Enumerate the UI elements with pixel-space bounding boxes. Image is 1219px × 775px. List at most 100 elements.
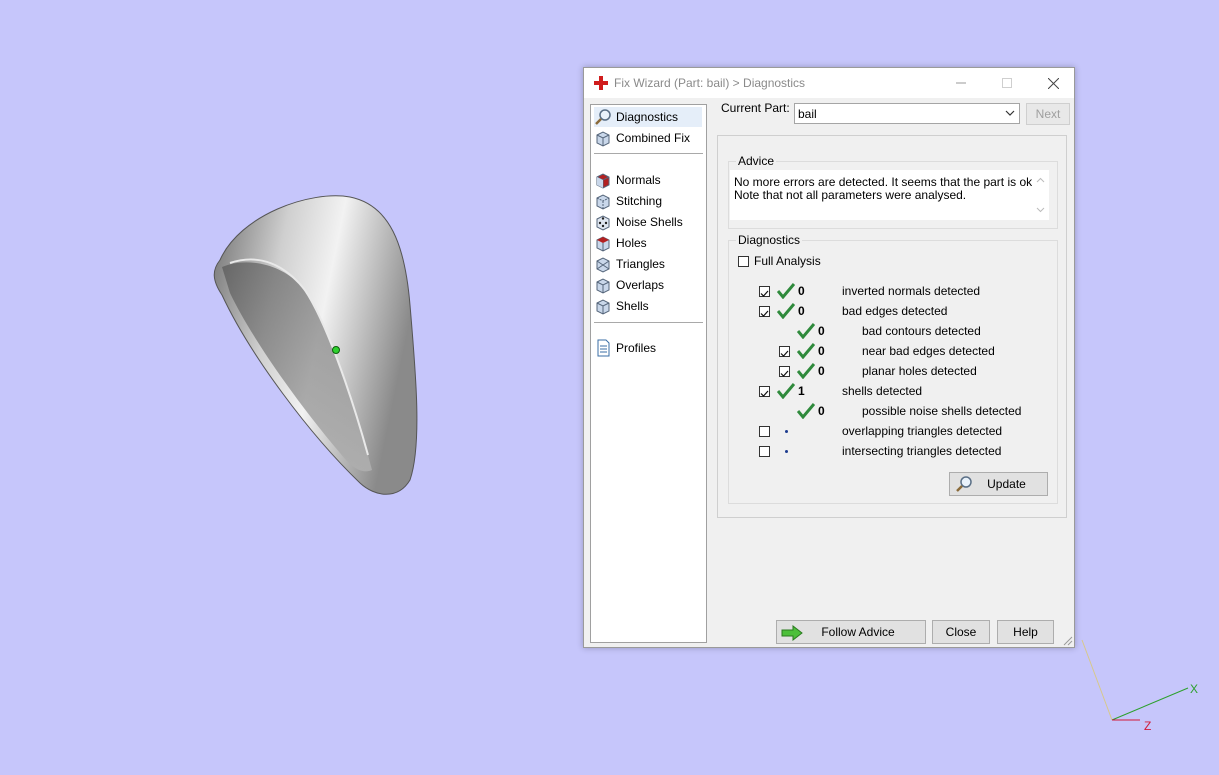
nav-item-stitching[interactable]: Stitching — [594, 191, 702, 211]
follow-advice-label: Follow Advice — [821, 625, 895, 639]
maximize-button[interactable] — [984, 68, 1030, 98]
fix-wizard-dialog: Fix Wizard (Part: bail) > Diagnostics Di… — [583, 67, 1075, 648]
green-arrow-icon — [781, 625, 803, 641]
full-analysis-checkbox[interactable] — [738, 256, 749, 267]
checkbox-tick-icon — [760, 310, 769, 317]
bad-contours-label: bad contours detected — [862, 324, 981, 338]
inverted-normals-count: 0 — [798, 284, 805, 298]
nav-item-diagnostics[interactable]: Diagnostics — [594, 107, 702, 127]
document-icon — [597, 339, 610, 357]
near-bad-edges-label: near bad edges detected — [862, 344, 995, 358]
checkbox-tick-icon — [780, 350, 789, 357]
overlapping-triangles-label: overlapping triangles detected — [842, 424, 1003, 438]
planar-holes-label: planar holes detected — [862, 364, 977, 378]
nav-label: Profiles — [616, 341, 657, 355]
green-check-icon — [797, 363, 815, 379]
update-button[interactable]: Update — [949, 472, 1048, 496]
nav-label: Noise Shells — [616, 215, 683, 229]
title-bar[interactable]: Fix Wizard (Part: bail) > Diagnostics — [584, 68, 1074, 98]
intersecting-triangles-checkbox[interactable] — [759, 446, 770, 457]
nav-label: Stitching — [616, 194, 663, 208]
green-check-icon — [777, 283, 795, 299]
bad-edges-checkbox[interactable] — [759, 306, 770, 317]
medical-cross-icon — [594, 76, 608, 90]
advice-group-title: Advice — [736, 154, 777, 168]
cube-icon — [596, 278, 610, 294]
shells-checkbox[interactable] — [759, 386, 770, 397]
diagnostics-group-title: Diagnostics — [736, 233, 803, 247]
follow-advice-button[interactable]: Follow Advice — [776, 620, 926, 644]
window-title: Fix Wizard (Part: bail) > Diagnostics — [614, 76, 806, 90]
advice-text-box[interactable]: No more errors are detected. It seems th… — [730, 170, 1049, 220]
green-check-icon — [797, 403, 815, 419]
advice-scrollbar[interactable] — [1032, 170, 1049, 220]
update-label: Update — [987, 477, 1026, 491]
next-button[interactable]: Next — [1026, 103, 1070, 125]
planar-holes-count: 0 — [818, 364, 825, 378]
cube-red-icon — [596, 173, 610, 189]
nav-label: Holes — [616, 236, 647, 250]
close-window-button[interactable] — [1030, 68, 1076, 98]
nav-item-combined-fix[interactable]: Combined Fix — [594, 128, 702, 148]
scroll-arrows-icon — [1036, 177, 1045, 213]
nav-item-normals[interactable]: Normals — [594, 170, 702, 190]
current-part-label: Current Part: — [721, 101, 790, 115]
green-check-icon — [797, 323, 815, 339]
maximize-icon — [1002, 78, 1012, 88]
overlapping-triangles-checkbox[interactable] — [759, 426, 770, 437]
cube-icon — [596, 257, 610, 273]
advice-line-1: No more errors are detected. It seems th… — [734, 175, 1036, 189]
inverted-normals-checkbox[interactable] — [759, 286, 770, 297]
cube-icon — [596, 194, 610, 210]
nav-label: Triangles — [616, 257, 665, 271]
close-icon — [1047, 77, 1059, 89]
minimize-button[interactable] — [938, 68, 984, 98]
chevron-down-icon — [1005, 110, 1015, 116]
dice-icon — [596, 215, 610, 231]
near-bad-edges-checkbox[interactable] — [779, 346, 790, 357]
magnifier-icon — [595, 109, 611, 125]
ring-model[interactable] — [200, 185, 430, 505]
nav-label: Overlaps — [616, 278, 665, 292]
close-button[interactable]: Close — [932, 620, 990, 644]
nav-label: Shells — [616, 299, 649, 313]
checkbox-tick-icon — [760, 290, 769, 297]
axis-gizmo: X Z — [1081, 639, 1198, 733]
diagnostics-panel: Advice No more errors are detected. It s… — [717, 135, 1067, 518]
help-button[interactable]: Help — [997, 620, 1054, 644]
nav-item-profiles[interactable]: Profiles — [594, 338, 702, 358]
nav-item-triangles[interactable]: Triangles — [594, 254, 702, 274]
noise-shells-label: possible noise shells detected — [862, 404, 1022, 418]
bad-edges-count: 0 — [798, 304, 805, 318]
nav-label: Diagnostics — [616, 110, 679, 124]
cube-icon — [596, 299, 610, 315]
nav-item-shells[interactable]: Shells — [594, 296, 702, 316]
not-analysed-dot — [785, 430, 788, 433]
minimize-icon — [956, 82, 966, 84]
nav-divider — [594, 322, 703, 323]
cube-icon — [596, 131, 610, 147]
intersecting-triangles-label: intersecting triangles detected — [842, 444, 1002, 458]
diagnostics-group: Diagnostics Full Analysis 0 inverted nor… — [728, 233, 1058, 504]
nav-label: Combined Fix — [616, 131, 691, 145]
selection-point — [332, 346, 340, 354]
nav-item-overlaps[interactable]: Overlaps — [594, 275, 702, 295]
nav-item-holes[interactable]: Holes — [594, 233, 702, 253]
full-analysis-label: Full Analysis — [754, 254, 821, 268]
axis-z-label: Z — [1144, 719, 1151, 733]
inverted-normals-label: inverted normals detected — [842, 284, 981, 298]
advice-line-2: Note that not all parameters were analys… — [734, 188, 967, 202]
green-check-icon — [797, 343, 815, 359]
planar-holes-checkbox[interactable] — [779, 366, 790, 377]
nav-item-noise-shells[interactable]: Noise Shells — [594, 212, 702, 232]
green-check-icon — [777, 303, 795, 319]
noise-shells-count: 0 — [818, 404, 825, 418]
current-part-select[interactable]: bail — [794, 103, 1020, 124]
green-check-icon — [777, 383, 795, 399]
magnifier-icon — [956, 476, 972, 492]
resize-grip-icon[interactable] — [1061, 634, 1073, 646]
nav-divider — [594, 153, 703, 154]
axis-x-label: X — [1190, 682, 1198, 696]
wizard-nav: Diagnostics Combined Fix Normals Stitchi… — [590, 104, 707, 643]
checkbox-tick-icon — [780, 370, 789, 377]
